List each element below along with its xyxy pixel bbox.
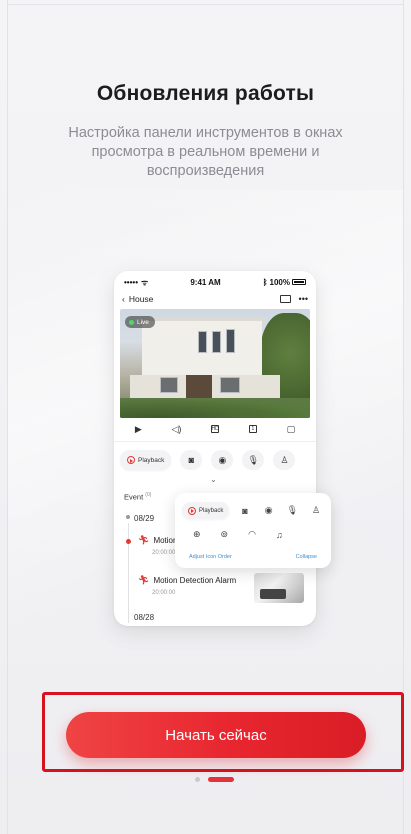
window-shape bbox=[212, 331, 221, 353]
start-now-button[interactable]: Начать сейчас bbox=[66, 712, 366, 758]
event-label: Event bbox=[124, 492, 144, 502]
frame-top-line bbox=[7, 4, 404, 5]
playback-icon bbox=[127, 456, 135, 464]
live-video-view: Live bbox=[120, 309, 310, 418]
wifi-icon: ᯤ bbox=[141, 277, 149, 287]
motion-icon: 🏃︎ bbox=[138, 575, 150, 585]
chevron-left-icon: ‹ bbox=[122, 294, 125, 304]
onboarding-subtitle: Настройка панели инструментов в окнах пр… bbox=[68, 125, 343, 179]
battery-percent: 100% bbox=[269, 277, 290, 287]
more-icon: ••• bbox=[298, 294, 308, 304]
playback-pill: Playback bbox=[182, 502, 230, 519]
timeline-line bbox=[128, 523, 129, 623]
motion-icon: 🏃︎ bbox=[138, 535, 150, 545]
event-title: Motion bbox=[153, 536, 178, 545]
fullscreen-icon: ▢ bbox=[286, 423, 296, 434]
window-shape bbox=[160, 377, 178, 393]
onboarding-title: Обновления работы bbox=[96, 82, 315, 105]
person-icon: ♙ bbox=[273, 450, 296, 470]
panel-footer: Adjust Icon Order Collapse bbox=[189, 554, 317, 560]
microphone-icon: 🎙︎ bbox=[242, 450, 265, 470]
ptz-icon: ⊕ bbox=[193, 529, 201, 539]
bluetooth-icon: ᛒ bbox=[262, 277, 268, 287]
playback-label: Playback bbox=[138, 456, 165, 464]
timeline-dot bbox=[126, 515, 130, 519]
signal-icon: ••••• bbox=[124, 277, 139, 287]
snapshot-icon: ◙ bbox=[180, 450, 203, 470]
device-name: House bbox=[128, 294, 154, 304]
play-icon: ▶ bbox=[134, 423, 142, 434]
status-time: 9:41 AM bbox=[190, 277, 221, 287]
zoom-icon: ⊚ bbox=[220, 529, 229, 539]
event-thumbnail bbox=[254, 573, 304, 603]
panel-row: Playback ◙ ◉ 🎙︎ ♙ bbox=[182, 502, 324, 519]
volume-icon: ◁) bbox=[171, 423, 182, 434]
event-item: 🏃︎ Motion bbox=[138, 535, 177, 546]
phone-mockup: ••••• ᯤ 9:41 AM ᛒ 100% ‹ House ••• Live … bbox=[114, 271, 316, 626]
battery-icon bbox=[292, 279, 306, 285]
video-controls: ▶ ◁) HD 1 ▢ bbox=[120, 421, 310, 437]
divider bbox=[114, 441, 316, 442]
event-time: 20:00:00 bbox=[152, 550, 176, 556]
record-icon: ◉ bbox=[264, 505, 273, 515]
toolbar-panel: Playback ◙ ◉ 🎙︎ ♙ ⊕ ⊚ ◠ ♫ Adjust Icon Or… bbox=[175, 493, 331, 568]
event-date: 08/29 bbox=[134, 514, 155, 523]
playback-label: Playback bbox=[199, 507, 224, 514]
adjust-order-link: Adjust Icon Order bbox=[189, 554, 232, 560]
split-screen-icon: 1 bbox=[248, 425, 257, 433]
live-dot-icon bbox=[129, 319, 134, 325]
person-icon: ♙ bbox=[311, 505, 321, 515]
microphone-icon: 🎙︎ bbox=[286, 505, 299, 515]
chevron-down-icon: ⌄ bbox=[210, 475, 217, 484]
status-bar: ••••• ᯤ 9:41 AM ᛒ 100% bbox=[124, 277, 306, 287]
live-badge: Live bbox=[125, 316, 155, 328]
event-date: 08/28 bbox=[134, 613, 155, 622]
event-time: 20:00:00 bbox=[152, 590, 176, 596]
back-button: ‹ House bbox=[122, 294, 153, 304]
event-count: (0) bbox=[145, 492, 152, 498]
playback-pill: Playback bbox=[120, 450, 172, 470]
page-indicator bbox=[195, 777, 234, 782]
bell-icon: ♫ bbox=[275, 529, 283, 540]
phone-nav-bar: ‹ House ••• bbox=[122, 292, 308, 306]
event-header: Event (0) bbox=[124, 492, 151, 502]
event-title: Motion Detection Alarm bbox=[153, 576, 237, 585]
action-bar: Playback ◙ ◉ 🎙︎ ♙ bbox=[120, 449, 310, 471]
frame-left-line bbox=[7, 0, 8, 834]
playback-icon bbox=[188, 506, 196, 515]
event-item: 🏃︎ Motion Detection Alarm bbox=[138, 575, 236, 586]
timeline-dot-active bbox=[126, 539, 131, 544]
collapse-link: Collapse bbox=[295, 554, 317, 560]
camera-switch-icon bbox=[279, 295, 291, 303]
window-shape bbox=[220, 377, 240, 393]
record-icon: ◉ bbox=[211, 450, 234, 470]
panel-row: ⊕ ⊚ ◠ ♫ bbox=[193, 529, 283, 540]
snapshot-icon: ◙ bbox=[242, 505, 248, 516]
live-label: Live bbox=[137, 318, 149, 326]
window-shape bbox=[226, 329, 235, 353]
window-shape bbox=[198, 331, 207, 353]
page-dot[interactable] bbox=[195, 777, 200, 782]
shrubs-shape bbox=[120, 398, 310, 418]
page-dot-active[interactable] bbox=[208, 777, 234, 782]
speed-icon: ◠ bbox=[248, 529, 256, 539]
hd-icon: HD bbox=[211, 425, 220, 433]
